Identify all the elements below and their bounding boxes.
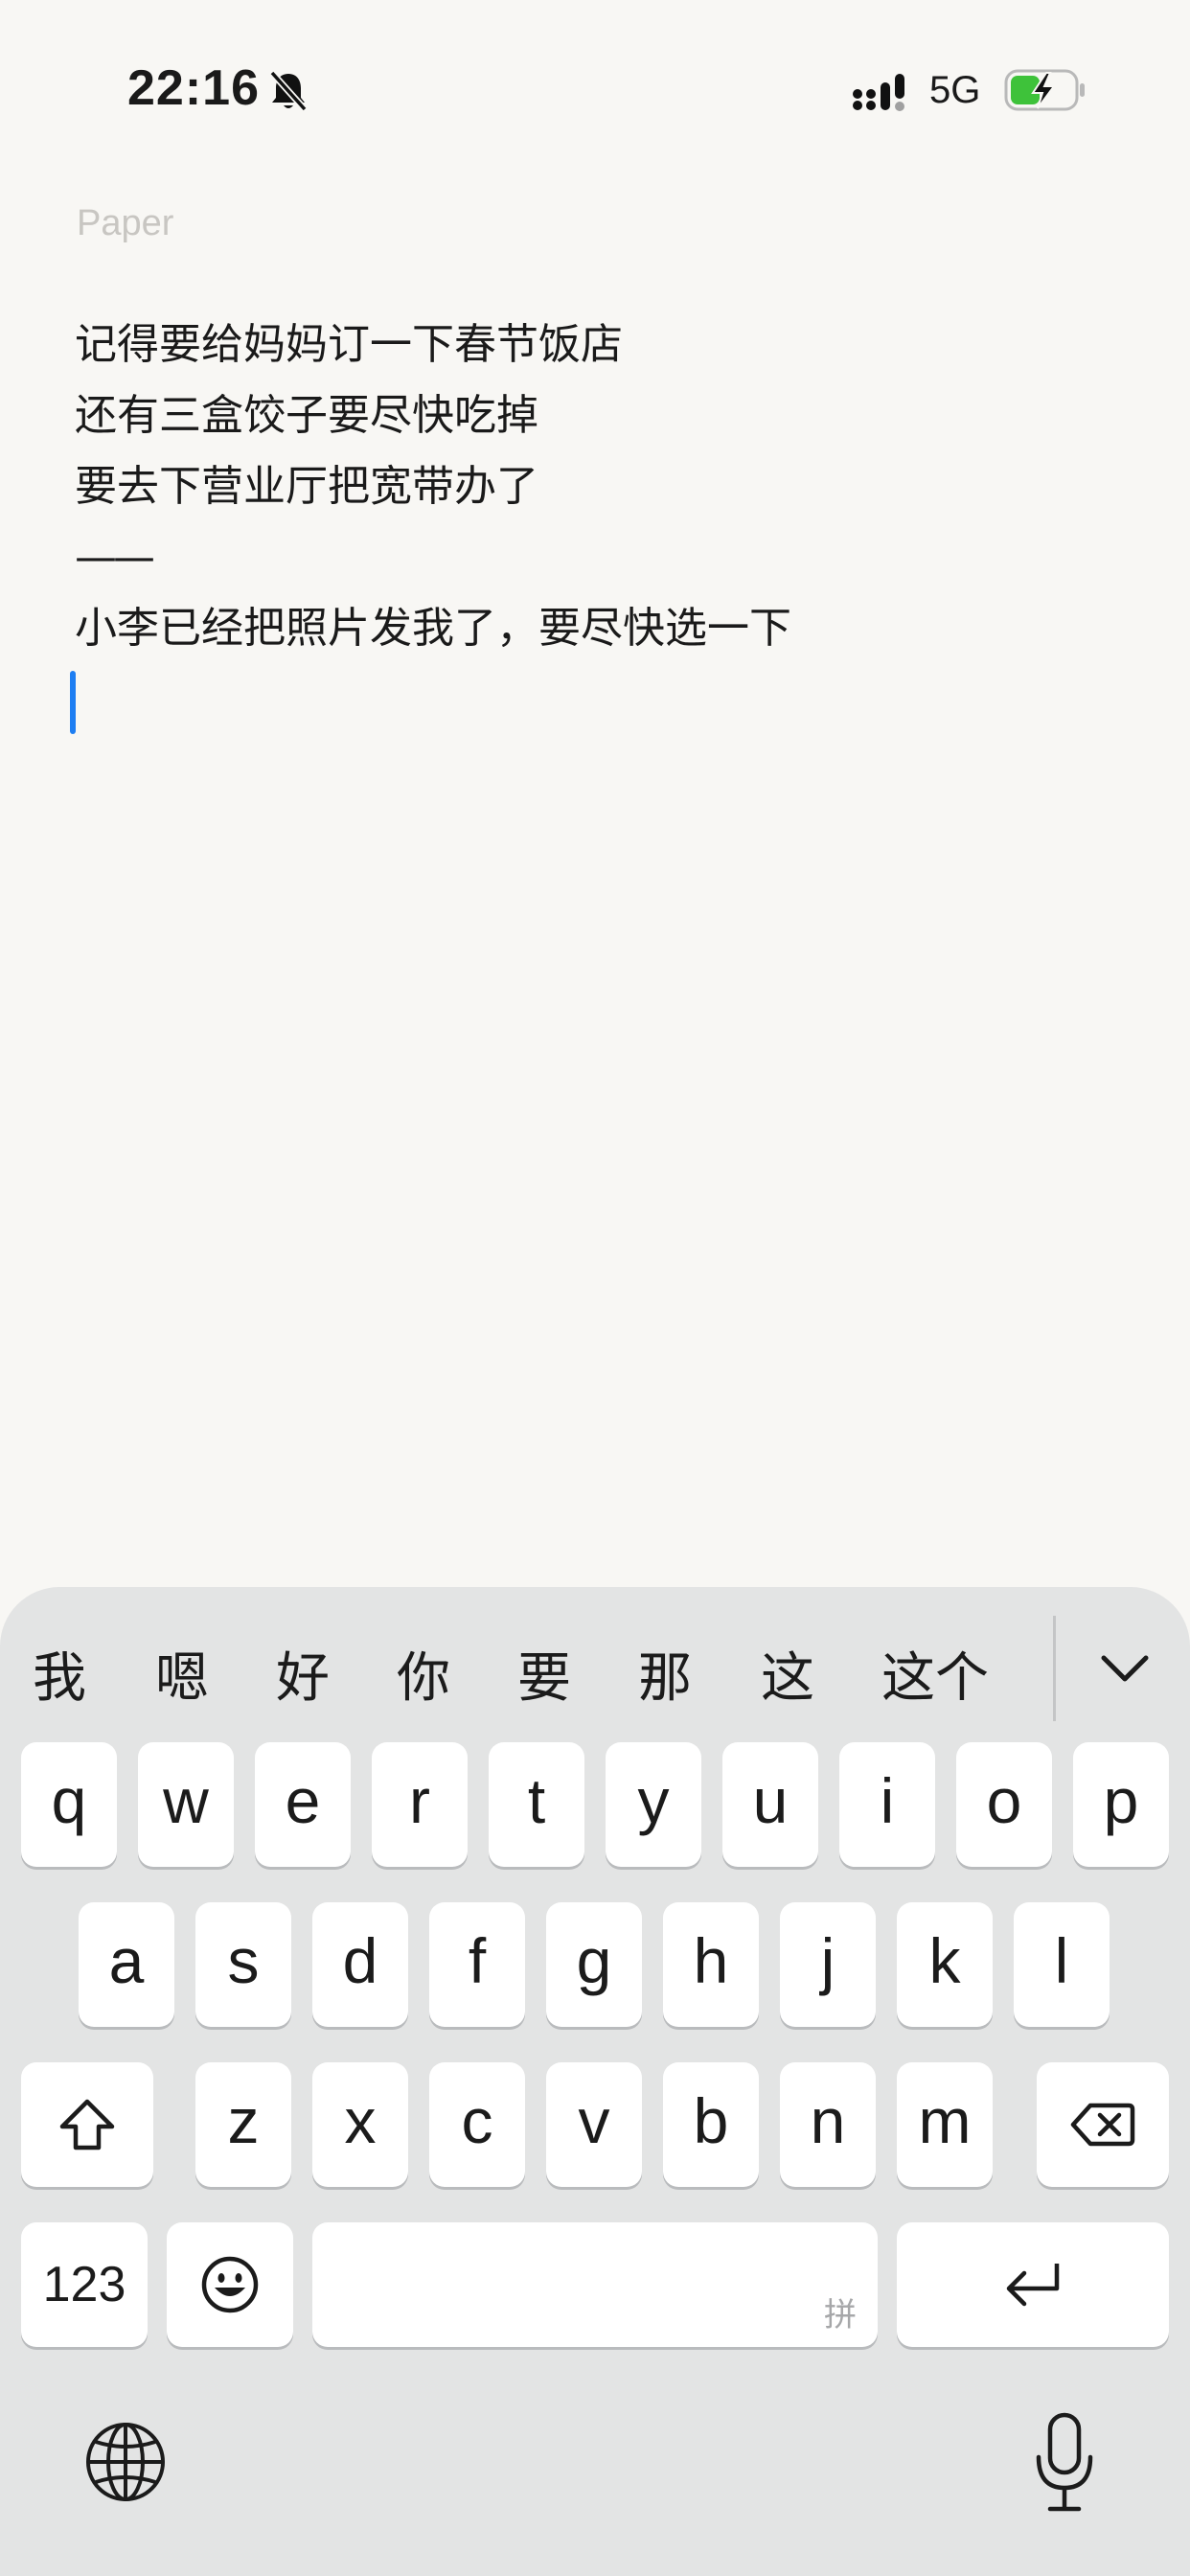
key-g[interactable]: g [546, 1902, 642, 2027]
key-p[interactable]: p [1073, 1742, 1169, 1867]
emoji-key[interactable] [167, 2222, 293, 2347]
key-f[interactable]: f [429, 1902, 525, 2027]
space-key[interactable]: 拼 [312, 2222, 878, 2347]
key-i[interactable]: i [839, 1742, 935, 1867]
return-key[interactable] [897, 2222, 1169, 2347]
space-hint: 拼 [824, 2297, 857, 2334]
key-t[interactable]: t [489, 1742, 584, 1867]
candidate-word[interactable]: 你 [397, 1635, 450, 1713]
note-line: 小李已经把照片发我了，要尽快选一下 [75, 604, 791, 653]
note-line: 还有三盒饺子要尽快吃掉 [75, 391, 538, 440]
key-b[interactable]: b [663, 2062, 759, 2187]
candidate-word[interactable]: 这 [761, 1635, 814, 1713]
key-k[interactable]: k [897, 1902, 993, 2027]
shift-key[interactable] [21, 2062, 153, 2187]
shift-icon [59, 2099, 115, 2150]
key-y[interactable]: y [606, 1742, 701, 1867]
battery-charging-icon [1004, 69, 1085, 111]
candidate-bar: 我 嗯 好 你 要 那 这 这个 [0, 1587, 1190, 1740]
key-m[interactable]: m [897, 2062, 993, 2187]
candidate-word[interactable]: 好 [276, 1635, 330, 1713]
note-line: 记得要给妈妈订一下春节饭店 [75, 320, 623, 369]
key-v[interactable]: v [546, 2062, 642, 2187]
note-divider-line: —— [75, 533, 155, 582]
bell-muted-icon [269, 70, 308, 112]
key-j[interactable]: j [780, 1902, 876, 2027]
globe-icon[interactable] [84, 2421, 167, 2503]
signal-icon [853, 74, 904, 111]
candidate-word[interactable]: 要 [517, 1635, 571, 1713]
key-r[interactable]: r [372, 1742, 468, 1867]
key-a[interactable]: a [79, 1902, 174, 2027]
note-line: 要去下营业厅把宽带办了 [75, 462, 538, 511]
key-z[interactable]: z [195, 2062, 291, 2187]
key-l[interactable]: l [1014, 1902, 1110, 2027]
key-c[interactable]: c [429, 2062, 525, 2187]
text-cursor [70, 671, 76, 734]
key-e[interactable]: e [255, 1742, 351, 1867]
return-icon [1006, 2264, 1060, 2307]
key-n[interactable]: n [780, 2062, 876, 2187]
delete-key[interactable] [1037, 2062, 1169, 2187]
candidate-word[interactable]: 这个 [881, 1635, 989, 1713]
key-x[interactable]: x [312, 2062, 408, 2187]
candidate-word[interactable]: 嗯 [155, 1635, 209, 1713]
candidate-word[interactable]: 我 [33, 1635, 86, 1713]
note-title-placeholder[interactable]: Paper [77, 203, 173, 244]
status-time: 22:16 [127, 60, 260, 116]
key-s[interactable]: s [195, 1902, 291, 2027]
chevron-down-icon[interactable] [1092, 1644, 1157, 1694]
emoji-icon [201, 2256, 259, 2313]
key-d[interactable]: d [312, 1902, 408, 2027]
candidate-word[interactable]: 那 [638, 1635, 692, 1713]
delete-icon [1070, 2103, 1135, 2147]
key-h[interactable]: h [663, 1902, 759, 2027]
network-label: 5G [929, 69, 981, 111]
key-q[interactable]: q [21, 1742, 117, 1867]
key-o[interactable]: o [956, 1742, 1052, 1867]
numbers-key[interactable]: 123 [21, 2222, 148, 2347]
key-w[interactable]: w [138, 1742, 234, 1867]
microphone-icon[interactable] [1033, 2411, 1096, 2515]
key-u[interactable]: u [722, 1742, 818, 1867]
candidate-divider [1053, 1616, 1056, 1721]
